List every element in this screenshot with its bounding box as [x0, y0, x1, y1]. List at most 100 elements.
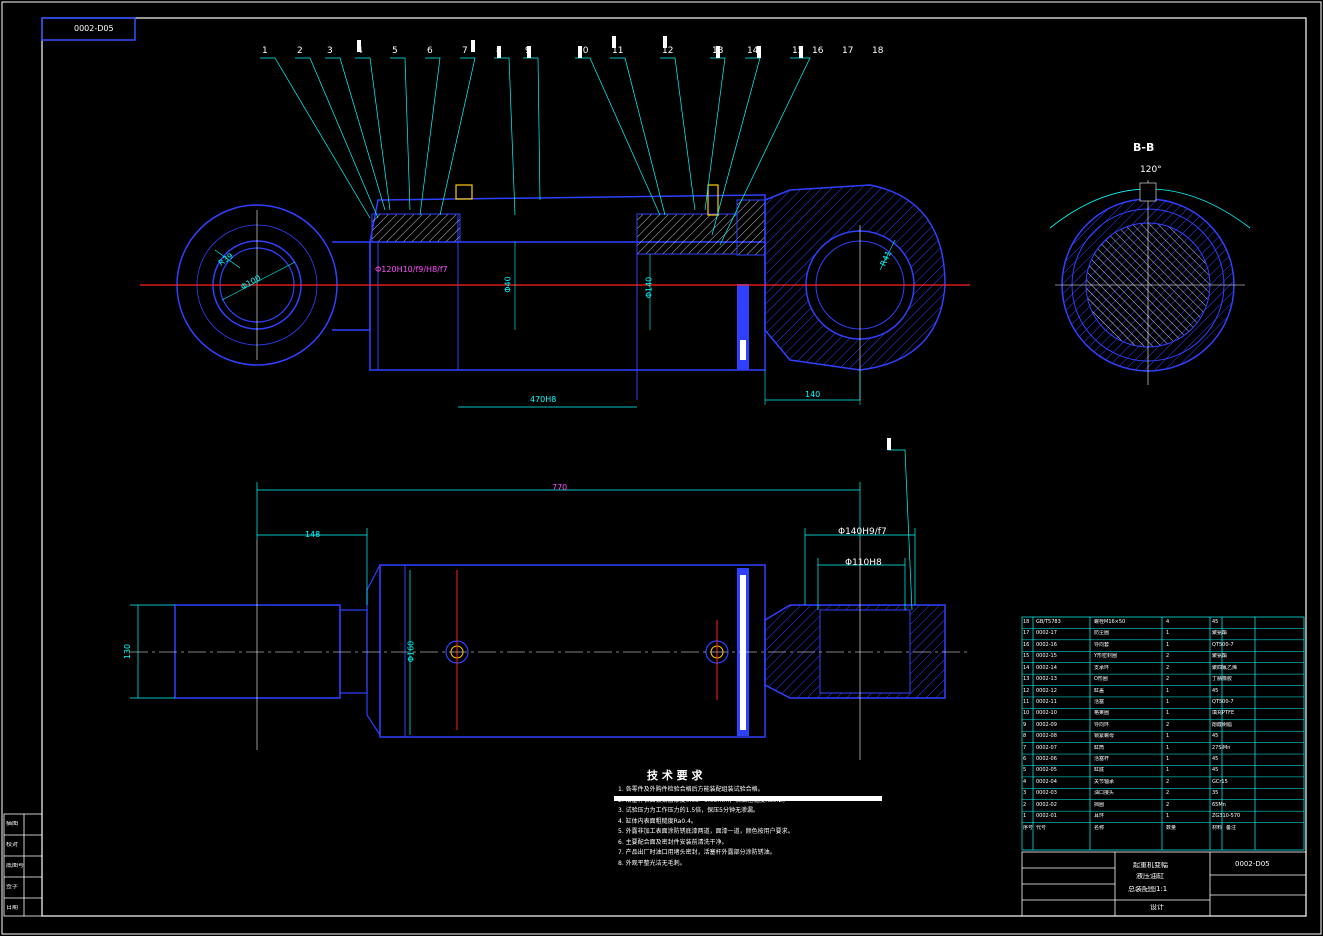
bom-cell: 1 [1166, 698, 1170, 705]
bom-cell: 1 [1166, 744, 1170, 751]
bom-cell: QT500-7 [1212, 698, 1234, 705]
bom-cell: 4 [1166, 619, 1170, 625]
title-drawing-no: 0002-D05 [1235, 861, 1270, 867]
callout-number: 10 [577, 46, 589, 56]
bom-cell: 活塞 [1094, 698, 1105, 705]
bom-header-cell: 代号 [1036, 824, 1047, 831]
bom-cell: 2 [1023, 801, 1027, 808]
title-name-3: 总装配图1:1 [1128, 886, 1168, 892]
bom-cell: 45 [1212, 619, 1219, 625]
bom-cell: 45 [1212, 687, 1219, 694]
bom-cell: 6 [1023, 756, 1027, 763]
bom-cell: 支承环 [1094, 664, 1110, 671]
bom-cell: 45 [1212, 767, 1219, 774]
callout-number: 16 [812, 46, 824, 56]
bom-cell: 0002-05 [1036, 767, 1057, 774]
tech-requirement-line: 7. 产品出厂时油口用堵头密封，活塞杆外露部分涂防锈油。 [618, 849, 776, 856]
bom-cell: 0002-11 [1036, 698, 1057, 705]
bom-cell: 关节轴承 [1094, 778, 1115, 785]
bom-cell: 0002-10 [1036, 710, 1057, 717]
bom-cell: ZG310-570 [1212, 813, 1241, 820]
tech-title: 技 术 要 求 [647, 769, 703, 782]
tech-requirement-line: 3. 试验压力为工作压力的1.5倍，保压5分钟无渗漏。 [618, 807, 759, 814]
bom-cell: 2 [1166, 653, 1170, 660]
bom-cell: 活塞杆 [1094, 756, 1110, 763]
tech-requirement-line: 5. 外露非加工表面涂防锈底漆两道，面漆一道，颜色按用户要求。 [618, 828, 794, 835]
bom-cell: 12 [1023, 687, 1030, 694]
bom-cell: 0002-14 [1036, 664, 1057, 671]
title-school: 设计 [1150, 904, 1164, 910]
bom-cell: 聚氨酯 [1212, 630, 1228, 637]
bom-cell: 挡圈 [1094, 801, 1105, 808]
bom-cell: Y形密封圈 [1094, 653, 1118, 660]
callout-number: 6 [427, 46, 433, 56]
bom-cell: 1 [1166, 710, 1170, 717]
callout-number: 5 [392, 46, 398, 56]
bom-cell: 1 [1166, 641, 1170, 648]
bom-cell: 0002-04 [1036, 778, 1057, 785]
bom-cell: 导向环 [1094, 721, 1110, 728]
callout-number: 2 [297, 46, 303, 56]
callout-number: 3 [327, 46, 333, 56]
bom-cell: 1 [1166, 767, 1170, 774]
bom-cell: 0002-13 [1036, 676, 1057, 683]
tech-requirement-line: 4. 缸体内表面粗糙度Ra0.4。 [618, 817, 697, 825]
bom-cell: 3 [1023, 790, 1027, 797]
bom-cell: 2 [1166, 790, 1170, 797]
bom-cell: 0002-01 [1036, 813, 1057, 820]
bom-cell: 导向套 [1094, 641, 1110, 648]
bom-table [1021, 616, 1305, 851]
bom-cell: 0002-09 [1036, 721, 1057, 728]
bom-cell: 0002-15 [1036, 653, 1057, 660]
bom-cell: 缸底 [1094, 767, 1105, 774]
tech-requirement-line: 8. 外观平整光洁无毛刺。 [618, 859, 686, 867]
left-block-label: 日期 [6, 905, 19, 911]
bom-cell: 0002-06 [1036, 756, 1057, 763]
bom-cell: 1 [1166, 630, 1170, 637]
bom-cell: 丁腈橡胶 [1212, 676, 1233, 683]
bom-cell: 14 [1023, 664, 1030, 671]
tech-requirement-line: 2. 活塞杆表面镀铬层厚度0.03~0.05mm，表面粗糙度Ra0.2。 [618, 796, 789, 804]
bom-cell: 0002-12 [1036, 687, 1057, 694]
callout-number: 7 [462, 46, 468, 56]
dim-piston-dia: Φ40 [503, 276, 513, 293]
bom-cell: 螺栓M16×50 [1094, 619, 1126, 625]
bom-cell: 45 [1212, 733, 1219, 740]
left-block-label: 校对 [6, 842, 19, 848]
bom-cell: O形圈 [1094, 676, 1108, 683]
tech-requirement-line: 1. 各零件及外购件检验合格后方能装配组装试验合格。 [618, 786, 764, 793]
bom-cell: 7 [1023, 744, 1027, 751]
bom-cell: 27SiMn [1212, 744, 1231, 751]
bom-cell: 45 [1212, 756, 1219, 763]
bom-cell: 10 [1023, 710, 1030, 717]
title-name-2: 液压油缸 [1136, 873, 1164, 879]
callout-number: 17 [842, 46, 854, 56]
callout-number: 13 [712, 46, 724, 56]
dim-right-length: 140 [805, 390, 821, 399]
bom-cell: GCr15 [1212, 778, 1228, 785]
bom-row-lines [1022, 628, 1304, 823]
bom-cell: 2 [1166, 676, 1170, 683]
dim-rod-width: 130 [123, 643, 133, 660]
bom-header-cell: 名称 [1094, 824, 1105, 831]
bom-cell: 油口接头 [1094, 790, 1115, 797]
bom-cell: 16 [1023, 641, 1030, 648]
left-block-label: 底图号 [6, 863, 25, 869]
bom-header-cell: 材料 [1212, 824, 1223, 831]
callout-number: 1 [262, 46, 268, 56]
outer-border [1, 1, 1322, 935]
bom-cell: 缸盖 [1094, 687, 1105, 694]
bom-cell: 1 [1023, 813, 1027, 820]
dim-left-length: 148 [305, 530, 321, 539]
bom-cell: 聚氨酯 [1212, 653, 1228, 660]
bom-cell: 2 [1166, 778, 1170, 785]
bom-cell: 酚醛树脂 [1212, 721, 1233, 728]
bom-cell: 格莱圈 [1094, 710, 1110, 717]
callout-number: 11 [612, 46, 624, 56]
left-block-label: 签字 [6, 884, 19, 890]
bom-cell: 11 [1023, 698, 1030, 705]
callout-number: 14 [747, 46, 759, 56]
bom-cell: 1 [1166, 756, 1170, 763]
top-section-view [140, 36, 970, 408]
bom-cell: 1 [1166, 733, 1170, 740]
